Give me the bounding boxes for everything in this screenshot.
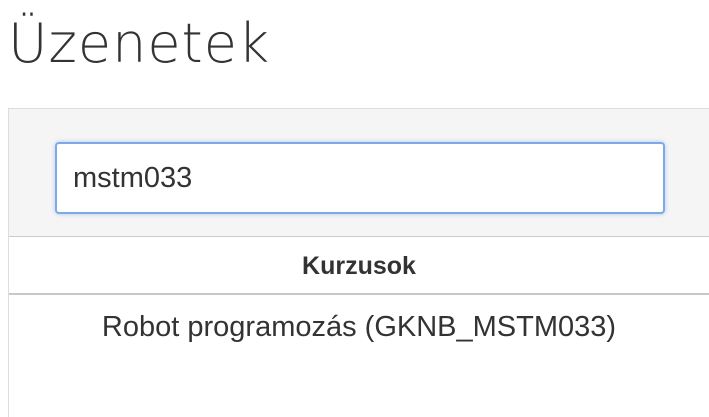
table-row[interactable]: Robot programozás (GKNB_MSTM033): [9, 297, 709, 357]
courses-table-header: Kurzusok: [9, 237, 709, 295]
search-input[interactable]: [55, 142, 665, 214]
search-area: [9, 109, 709, 237]
page-title: Üzenetek: [8, 12, 271, 75]
courses-panel: Kurzusok Robot programozás (GKNB_MSTM033…: [8, 108, 709, 417]
